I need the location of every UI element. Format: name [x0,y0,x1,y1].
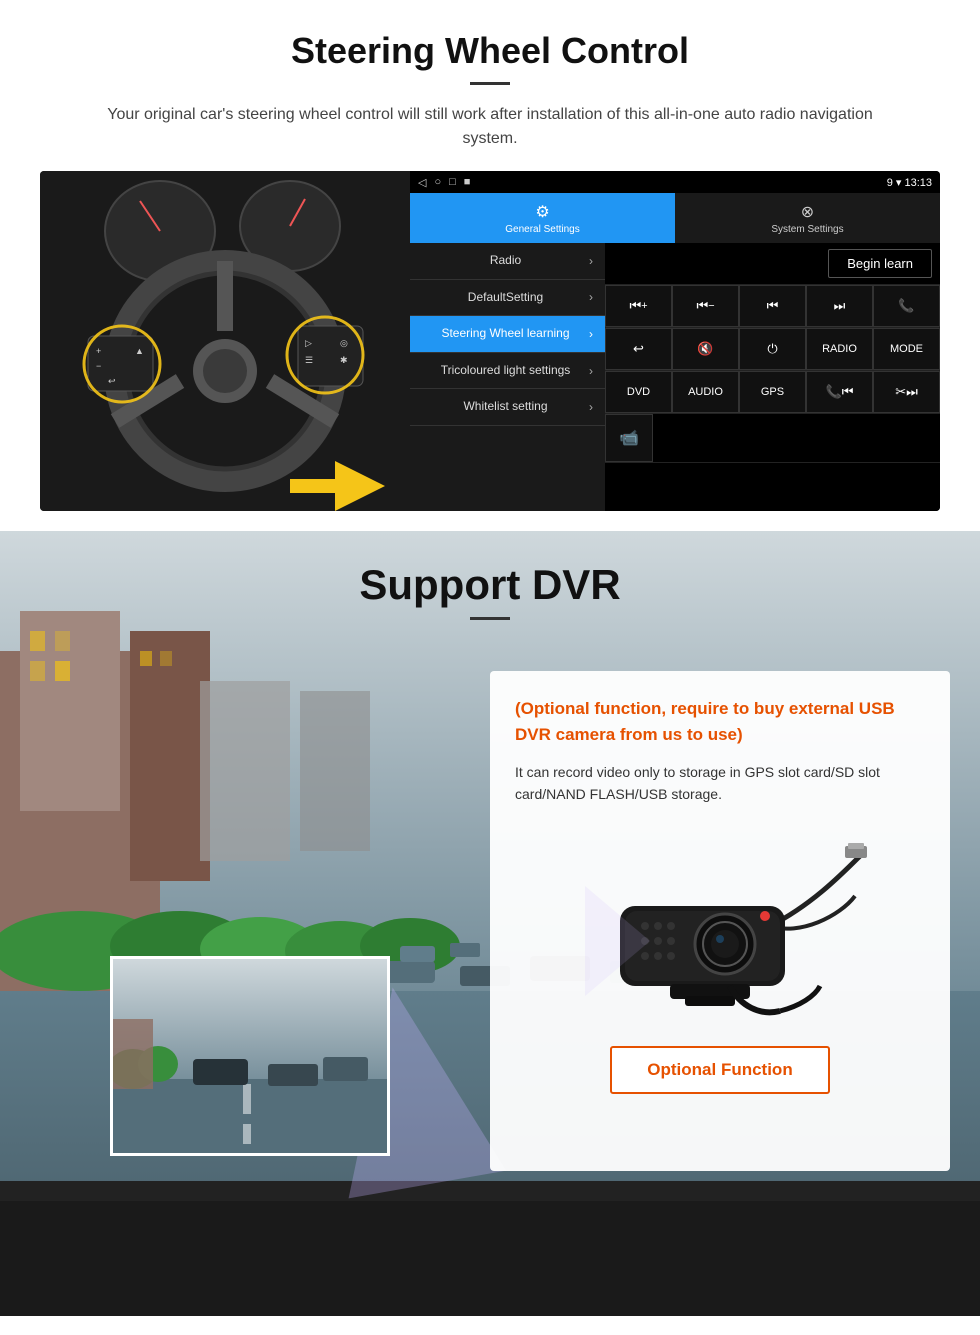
steering-wheel-svg: + ▲ − ↩ ▷ ◎ ☰ ✱ [40,171,410,511]
optional-function-button[interactable]: Optional Function [610,1046,830,1094]
chevron-icon-tricoloured: › [589,364,593,378]
svg-text:▲: ▲ [135,346,144,356]
menu-item-radio[interactable]: Radio › [410,243,605,280]
gear-icon: ⚙ [535,202,549,222]
dvr-thumbnail [110,956,390,1156]
wifi-icon: ⊗ [801,202,814,222]
menu-whitelist-label: Whitelist setting [422,399,589,415]
svg-text:◎: ◎ [340,338,348,348]
menu-icon[interactable]: ■ [464,176,471,189]
control-row-2: ↩ 🔇 ⏻ RADIO MODE [605,328,940,371]
svg-text:▷: ▷ [305,338,312,348]
ctrl-phone[interactable]: 📞 [873,285,940,327]
tab-general-settings[interactable]: ⚙ General Settings [410,193,675,243]
android-ui: ◁ ○ □ ■ 9 ▾ 13:13 ⚙ General Settings ⊗ [410,171,940,511]
android-tabs: ⚙ General Settings ⊗ System Settings [410,193,940,243]
steering-wheel-image: + ▲ − ↩ ▷ ◎ ☰ ✱ [40,171,410,511]
menu-item-tricoloured[interactable]: Tricoloured light settings › [410,353,605,390]
dvr-title: Support DVR [0,561,980,609]
camera-svg [570,826,870,1026]
dvr-title-area: Support DVR [0,531,980,635]
chevron-icon-default: › [589,290,593,304]
dvr-optional-text: (Optional function, require to buy exter… [515,696,925,747]
control-row-1: ⏮+ ⏮− ⏮ ⏭ 📞 [605,285,940,328]
control-row-4: 📹 [605,414,940,463]
dvr-divider [470,617,510,620]
svg-text:↩: ↩ [108,376,116,386]
home-icon[interactable]: ○ [434,176,441,189]
tab-general-label: General Settings [505,224,580,235]
ctrl-mode[interactable]: MODE [873,328,940,370]
svg-text:−: − [96,361,101,371]
ctrl-radio[interactable]: RADIO [806,328,873,370]
status-bar: ◁ ○ □ ■ 9 ▾ 13:13 [410,171,940,193]
chevron-icon-whitelist: › [589,400,593,414]
chevron-icon-radio: › [589,254,593,268]
ctrl-vol-up[interactable]: ⏮+ [605,285,672,327]
steering-section: Steering Wheel Control Your original car… [0,0,980,531]
signal-icon: 9 ▾ [887,177,902,189]
recents-icon[interactable]: □ [449,176,456,189]
ctrl-prev-track[interactable]: ⏮ [739,285,806,327]
begin-learn-row: Begin learn [605,243,940,285]
ctrl-vol-down[interactable]: ⏮− [672,285,739,327]
steering-demo: + ▲ − ↩ ▷ ◎ ☰ ✱ [40,171,940,511]
back-icon[interactable]: ◁ [418,176,426,189]
begin-learn-button[interactable]: Begin learn [828,249,932,278]
android-content: Radio › DefaultSetting › Steering Wheel … [410,243,940,511]
menu-item-whitelist[interactable]: Whitelist setting › [410,389,605,426]
dvr-section: Support DVR [0,531,980,1316]
ctrl-dvd[interactable]: DVD [605,371,672,413]
steering-title: Steering Wheel Control [40,30,940,72]
status-icons: ◁ ○ □ ■ [418,176,470,189]
chevron-icon-steering: › [589,327,593,341]
dvr-description: It can record video only to storage in G… [515,761,925,806]
ctrl-dvd-icon[interactable]: 📹 [605,414,653,462]
dvr-camera-illustration [570,826,870,1026]
title-divider [470,82,510,85]
svg-text:✱: ✱ [340,355,348,365]
ctrl-gps[interactable]: GPS [739,371,806,413]
ctrl-cut-next[interactable]: ✂⏭ [873,371,940,413]
clock: 13:13 [904,177,932,189]
menu-radio-label: Radio [422,253,589,269]
steering-subtitle: Your original car's steering wheel contr… [80,103,900,151]
menu-tricoloured-label: Tricoloured light settings [422,363,589,379]
ctrl-power[interactable]: ⏻ [739,328,806,370]
menu-defaultsetting-label: DefaultSetting [422,290,589,306]
status-time: 9 ▾ 13:13 [887,176,932,189]
menu-steering-label: Steering Wheel learning [422,326,589,342]
controls-area: Begin learn ⏮+ ⏮− ⏮ ⏭ 📞 ↩ 🔇 ⏻ [605,243,940,511]
menu-item-steering-learning[interactable]: Steering Wheel learning › [410,316,605,353]
thumbnail-svg [113,959,390,1156]
thumbnail-inner [113,959,387,1153]
tab-system-label: System Settings [771,224,843,235]
menu-item-defaultsetting[interactable]: DefaultSetting › [410,280,605,317]
svg-text:+: + [96,346,101,356]
menu-list: Radio › DefaultSetting › Steering Wheel … [410,243,605,511]
ctrl-audio[interactable]: AUDIO [672,371,739,413]
svg-text:☰: ☰ [305,355,313,365]
ctrl-call-prev[interactable]: 📞⏮ [806,371,873,413]
control-row-3: DVD AUDIO GPS 📞⏮ ✂⏭ [605,371,940,414]
ctrl-back-call[interactable]: ↩ [605,328,672,370]
dvr-info-card: (Optional function, require to buy exter… [490,671,950,1171]
tab-system-settings[interactable]: ⊗ System Settings [675,193,940,243]
ctrl-mute[interactable]: 🔇 [672,328,739,370]
ctrl-next-track[interactable]: ⏭ [806,285,873,327]
